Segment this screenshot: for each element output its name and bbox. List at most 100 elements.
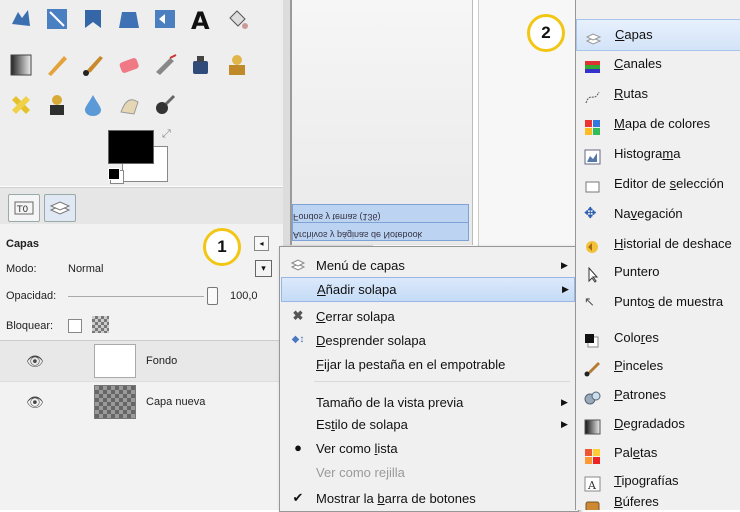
- overlay-item: Fondos y temas (136): [292, 204, 469, 223]
- toolbox: A ⤢: [0, 0, 283, 186]
- submenu-item-gradients[interactable]: Degradados: [576, 409, 740, 439]
- submenu-item-histogram[interactable]: Histograma: [576, 139, 740, 169]
- opacity-slider-handle[interactable]: [207, 287, 218, 305]
- submenu-item-selection-editor[interactable]: Editor de selección: [576, 169, 740, 199]
- blur-tool-icon[interactable]: [80, 92, 106, 118]
- menu-item-preview-size[interactable]: Tamaño de la vista previa ▶: [280, 391, 576, 414]
- submenu-item-colors[interactable]: Colores: [576, 323, 740, 353]
- undo-history-icon: [584, 236, 601, 253]
- airbrush-icon[interactable]: [152, 52, 178, 78]
- layer-row[interactable]: 👁 Capa nueva: [0, 382, 283, 422]
- overlay-item: Archivos y páginas de Notebook: [292, 222, 469, 241]
- bucket-fill-icon[interactable]: [224, 6, 250, 32]
- menu-item-view-as-grid: Ver como rejilla: [316, 465, 405, 480]
- paths-icon: [584, 86, 601, 104]
- gradients-icon: [584, 416, 601, 435]
- checkmark-icon: ✔: [292, 490, 304, 505]
- submenu-item-brushes[interactable]: Pinceles: [576, 351, 740, 381]
- lock-pixels-checkbox[interactable]: [68, 319, 82, 333]
- menu-item-view-as-list[interactable]: ● Ver como lista: [280, 437, 576, 460]
- layers-panel: Capas ◂ Modo: Normal ▾ Opacidad: 100,0 B…: [0, 224, 283, 510]
- submenu-item-undo-history[interactable]: Historial de deshace: [576, 229, 740, 259]
- histogram-icon: [584, 146, 601, 165]
- submenu-item-colormap[interactable]: Mapa de colores: [576, 109, 740, 139]
- eraser-icon[interactable]: [116, 52, 142, 78]
- clone-tool-icon[interactable]: [224, 52, 250, 78]
- mode-select[interactable]: Normal: [68, 263, 103, 275]
- menu-item-close-tab[interactable]: ✖ Cerrar solapa: [280, 305, 576, 328]
- dock-tab-bar: T0: [0, 187, 283, 225]
- eye-icon[interactable]: 👁: [26, 353, 44, 370]
- mode-label: Modo:: [6, 263, 37, 275]
- layer-name[interactable]: Fondo: [146, 355, 177, 367]
- colors-icon: [584, 330, 601, 348]
- submenu-item-fonts[interactable]: A Tipografías: [576, 466, 740, 496]
- submenu-item-palettes[interactable]: Paletas: [576, 438, 740, 468]
- blend-tool-icon[interactable]: [8, 52, 34, 78]
- tab-layers[interactable]: [44, 194, 76, 222]
- eye-icon[interactable]: 👁: [26, 394, 44, 411]
- pointer-icon: [584, 264, 601, 283]
- layer-row[interactable]: 👁 Fondo: [0, 340, 283, 382]
- menu-item-show-button-bar[interactable]: ✔ Mostrar la barra de botones: [280, 487, 576, 510]
- submenu-item-channels[interactable]: Canales: [576, 49, 740, 79]
- submenu-item-pointer[interactable]: Puntero: [576, 257, 740, 287]
- opacity-value[interactable]: 100,0: [230, 290, 258, 302]
- submenu-arrow-icon: ▶: [561, 260, 568, 270]
- menu-item-detach-tab[interactable]: ◆↕ Desprender solapa: [280, 329, 576, 352]
- submenu-item-paths[interactable]: Rutas: [576, 79, 740, 109]
- callout-badge-1: 1: [203, 228, 241, 266]
- dodge-burn-icon[interactable]: [152, 92, 178, 118]
- patterns-icon: [584, 387, 601, 405]
- brushes-icon: [584, 358, 601, 377]
- submenu-item-layers[interactable]: Capas: [576, 19, 740, 51]
- colormap-icon: [584, 116, 601, 135]
- submenu-item-sample-points[interactable]: ↖ Puntos de muestra: [576, 287, 740, 317]
- layers-menu-icon: [290, 257, 306, 273]
- submenu-item-patterns[interactable]: Patrones: [576, 380, 740, 410]
- opacity-label: Opacidad:: [6, 290, 57, 302]
- layer-thumbnail: [94, 385, 136, 419]
- opacity-slider-track[interactable]: [68, 296, 204, 297]
- layer-name[interactable]: Capa nueva: [146, 396, 205, 408]
- pencil-icon[interactable]: [44, 52, 70, 78]
- perspective-tool-icon[interactable]: [116, 6, 142, 32]
- submenu-item-buffers[interactable]: Búferes: [576, 493, 740, 510]
- paintbrush-icon[interactable]: [80, 52, 106, 78]
- channels-icon: [584, 56, 601, 73]
- menu-item-lock-tab[interactable]: Fijar la pestaña en el empotrable: [280, 353, 576, 376]
- detach-icon: ◆↕: [291, 334, 305, 345]
- mode-dropdown-icon[interactable]: ▾: [255, 260, 272, 277]
- buffers-icon: [584, 497, 601, 510]
- lock-alpha-icon[interactable]: [92, 316, 109, 333]
- panel-menu-icon[interactable]: ◂: [254, 236, 269, 251]
- add-tab-submenu: Capas Canales Rutas Mapa de colores Hist…: [575, 0, 740, 510]
- move-tool-icon[interactable]: [8, 6, 34, 32]
- menu-item-add-tab[interactable]: Añadir solapa ▶: [281, 277, 575, 302]
- svg-text:T0: T0: [16, 205, 28, 215]
- submenu-item-navigation[interactable]: ✥ Navegación: [576, 199, 740, 229]
- fg-bg-color-selector[interactable]: ⤢: [100, 128, 180, 182]
- palettes-icon: [584, 445, 601, 464]
- bullet-icon: ●: [294, 440, 302, 455]
- callout-badge-2: 2: [527, 14, 565, 52]
- heal-tool-icon[interactable]: [8, 92, 34, 118]
- crop-tool-icon[interactable]: [80, 6, 106, 32]
- smudge-tool-icon[interactable]: [116, 92, 142, 118]
- flip-tool-icon[interactable]: [152, 6, 178, 32]
- perspective-clone-icon[interactable]: [44, 92, 70, 118]
- tab-tool-options[interactable]: T0: [8, 194, 40, 222]
- sample-points-icon: ↖: [584, 294, 595, 309]
- swap-colors-icon[interactable]: ⤢: [162, 128, 171, 141]
- svg-text:A: A: [191, 7, 210, 32]
- lock-label: Bloquear:: [6, 320, 54, 332]
- ink-tool-icon[interactable]: [188, 52, 214, 78]
- text-tool-icon[interactable]: A: [188, 6, 214, 35]
- fonts-icon: A: [584, 473, 601, 492]
- submenu-arrow-icon: ▶: [562, 284, 569, 294]
- menu-item-layers-menu[interactable]: Menú de capas ▶: [280, 254, 576, 277]
- submenu-arrow-icon: ▶: [561, 419, 568, 429]
- menu-item-tab-style[interactable]: Estilo de solapa ▶: [280, 413, 576, 436]
- context-menu: Menú de capas ▶ Añadir solapa ▶ ✖ Cerrar…: [279, 246, 579, 512]
- align-tool-icon[interactable]: [44, 6, 70, 32]
